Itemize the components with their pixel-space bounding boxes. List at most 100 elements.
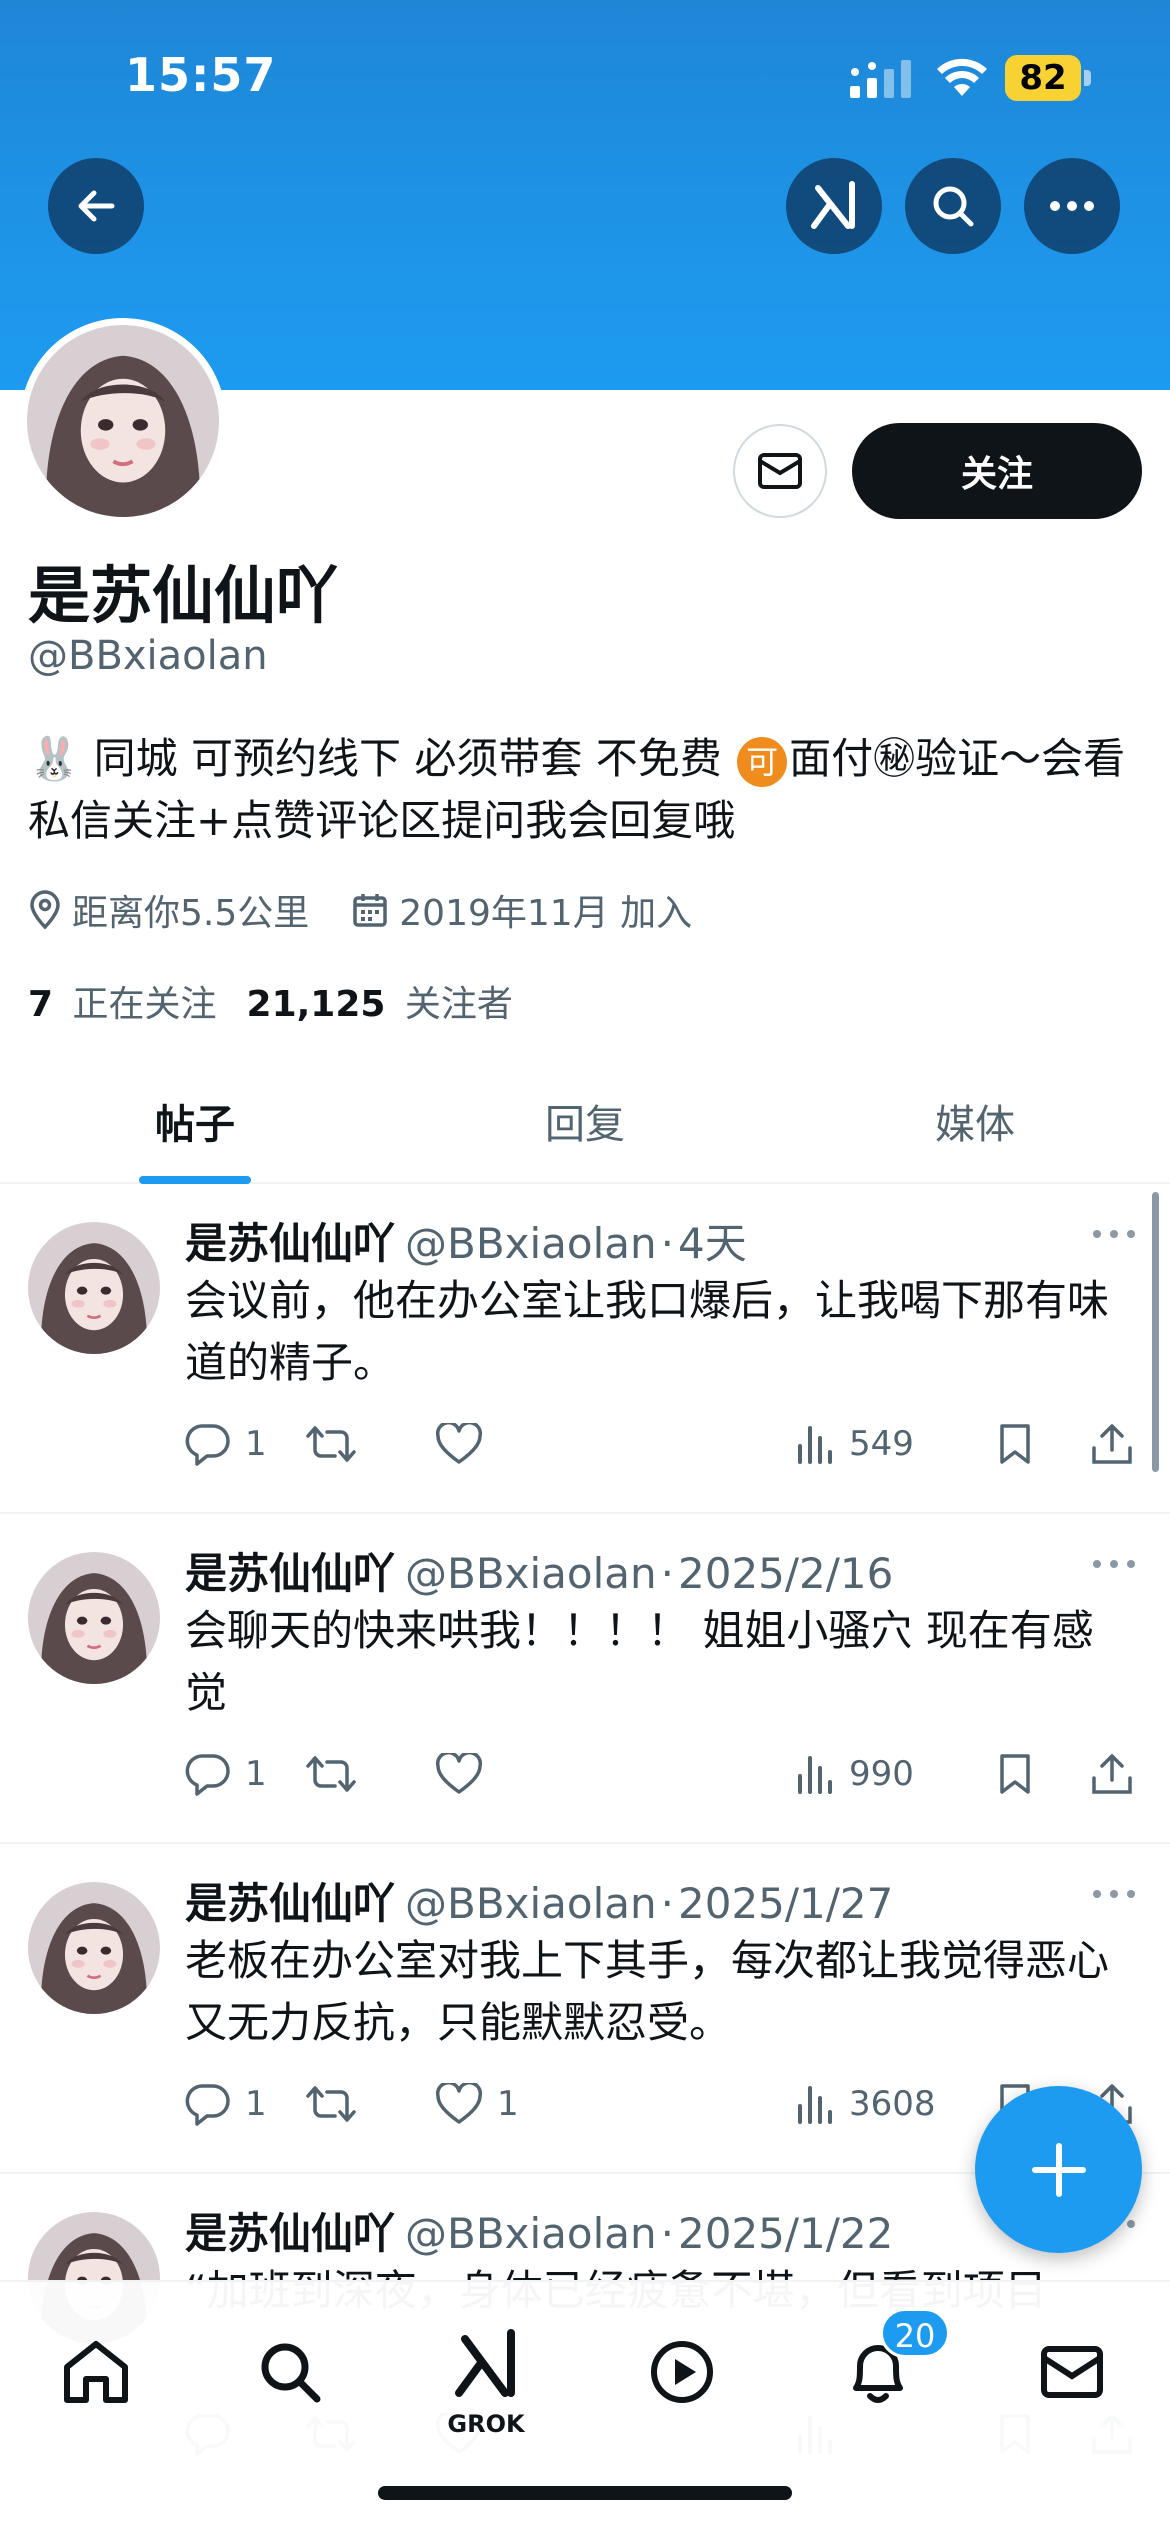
location-text: 距离你5.5公里 xyxy=(72,893,310,934)
tab-label: 回复 xyxy=(545,1102,625,1148)
post-more-button[interactable] xyxy=(1092,1554,1136,1573)
cellular-signal-icon xyxy=(850,60,911,98)
heart-icon xyxy=(435,1753,483,1794)
profile-avatar[interactable] xyxy=(20,318,226,524)
arrow-left-icon xyxy=(78,190,115,222)
views-button[interactable]: 990 xyxy=(795,1744,914,1804)
compose-post-button[interactable] xyxy=(975,2086,1142,2253)
tab-replies[interactable]: 回复 xyxy=(390,1060,780,1182)
repost-button[interactable] xyxy=(305,1414,371,1474)
display-name: 是苏仙仙吖 xyxy=(28,559,339,632)
play-circle-icon xyxy=(651,2341,713,2403)
bookmark-icon xyxy=(1000,1424,1030,1464)
user-handle: @BBxiaolan xyxy=(28,633,268,679)
follow-button[interactable]: 关注 xyxy=(852,423,1142,519)
reply-icon xyxy=(185,1424,230,1466)
post-timestamp: 2025/1/27 xyxy=(678,1879,894,1928)
tab-label: 帖子 xyxy=(155,1102,235,1148)
post-item[interactable]: 是苏仙仙吖 @BBxiaolan·2025/2/16 会聊天的快来哄我！！！！ 姐… xyxy=(0,1514,1170,1844)
following-link[interactable]: 7 正在关注 xyxy=(28,975,217,1027)
joined-item: 2019年11月 加入 xyxy=(351,884,692,936)
notification-badge: 20 xyxy=(880,2308,950,2358)
reply-button[interactable]: 1 xyxy=(185,2074,267,2134)
views-count: 990 xyxy=(849,1754,914,1794)
post-avatar[interactable] xyxy=(28,1552,160,1684)
scrollbar[interactable] xyxy=(1152,1192,1159,1472)
repost-button[interactable] xyxy=(305,1744,371,1804)
message-button[interactable] xyxy=(733,424,827,518)
post-more-button[interactable] xyxy=(1092,1884,1136,1903)
bookmark-button[interactable] xyxy=(997,1744,1033,1804)
profile-tabs: 帖子 回复 媒体 xyxy=(0,1060,1170,1184)
nav-grok[interactable]: GROK xyxy=(426,2304,546,2444)
like-button[interactable]: 1 xyxy=(435,2074,519,2134)
post-author-name[interactable]: 是苏仙仙吖 xyxy=(185,2209,395,2258)
reply-button[interactable]: 1 xyxy=(185,1414,267,1474)
status-time: 15:57 xyxy=(125,48,277,102)
reply-button[interactable]: 1 xyxy=(185,1744,267,1804)
post-more-button[interactable] xyxy=(1092,1224,1136,1243)
post-avatar-image xyxy=(28,1222,160,1354)
grok-button[interactable] xyxy=(786,158,882,254)
post-header: 是苏仙仙吖 @BBxiaolan·2025/1/22 xyxy=(185,2200,893,2261)
post-item[interactable]: 是苏仙仙吖 @BBxiaolan·4天 会议前，他在办公室让我口爆后，让我喝下那有… xyxy=(0,1184,1170,1514)
back-button[interactable] xyxy=(48,158,144,254)
more-horizontal-icon xyxy=(1050,201,1094,211)
post-separator: · xyxy=(660,1879,674,1928)
post-separator: · xyxy=(660,1219,674,1268)
reply-count: 1 xyxy=(245,1754,267,1794)
post-header: 是苏仙仙吖 @BBxiaolan·2025/2/16 xyxy=(185,1540,893,1601)
tab-posts[interactable]: 帖子 xyxy=(0,1060,390,1184)
post-author-handle: @BBxiaolan xyxy=(405,1219,657,1268)
repost-icon xyxy=(306,1756,356,1792)
wifi-icon xyxy=(937,58,987,96)
views-button[interactable]: 3608 xyxy=(795,2074,936,2134)
like-button[interactable] xyxy=(435,1414,497,1474)
nav-home[interactable] xyxy=(36,2312,156,2432)
post-author-name[interactable]: 是苏仙仙吖 xyxy=(185,1879,395,1928)
grok-icon xyxy=(455,2329,515,2397)
post-avatar[interactable] xyxy=(28,1222,160,1354)
post-text: 会聊天的快来哄我！！！！ 姐姐小骚穴 现在有感觉 xyxy=(185,1606,1094,1717)
followers-label: 关注者 xyxy=(404,984,513,1025)
nav-messages[interactable] xyxy=(1012,2312,1132,2432)
following-label: 正在关注 xyxy=(72,984,217,1025)
post-author-name[interactable]: 是苏仙仙吖 xyxy=(185,1219,395,1268)
share-button[interactable] xyxy=(1090,1414,1134,1474)
reply-count: 1 xyxy=(245,2084,267,2124)
location-pin-icon xyxy=(30,890,60,930)
followers-link[interactable]: 21,125 关注者 xyxy=(247,975,513,1027)
share-icon xyxy=(1092,1754,1132,1794)
reply-icon xyxy=(185,1754,230,1796)
views-count: 549 xyxy=(849,1424,914,1464)
views-button[interactable]: 549 xyxy=(795,1414,914,1474)
post-avatar[interactable] xyxy=(28,1882,160,2014)
views-icon xyxy=(798,1426,832,1464)
post-author-name[interactable]: 是苏仙仙吖 xyxy=(185,1549,395,1598)
more-horizontal-icon xyxy=(1093,1230,1135,1238)
views-icon xyxy=(798,1756,832,1794)
bookmark-button[interactable] xyxy=(997,1414,1033,1474)
post-author-handle: @BBxiaolan xyxy=(405,2209,657,2258)
more-options-button[interactable] xyxy=(1024,158,1120,254)
share-button[interactable] xyxy=(1090,1744,1134,1804)
envelope-icon xyxy=(1041,2346,1103,2398)
search-button[interactable] xyxy=(905,158,1001,254)
more-horizontal-icon xyxy=(1093,1560,1135,1568)
like-button[interactable] xyxy=(435,1744,497,1804)
nav-search[interactable] xyxy=(230,2312,350,2432)
post-author-handle: @BBxiaolan xyxy=(405,1549,657,1598)
nav-notifications[interactable]: 20 xyxy=(818,2308,950,2432)
home-indicator[interactable] xyxy=(378,2486,792,2500)
joined-text: 2019年11月 加入 xyxy=(399,893,693,934)
post-header: 是苏仙仙吖 @BBxiaolan·4天 xyxy=(185,1210,747,1271)
post-timestamp: 2025/1/22 xyxy=(678,2209,894,2258)
nav-video[interactable] xyxy=(622,2312,742,2432)
tab-media[interactable]: 媒体 xyxy=(780,1060,1170,1182)
views-icon xyxy=(798,2086,832,2124)
battery-level: 82 xyxy=(1005,55,1081,101)
followers-count: 21,125 xyxy=(246,984,386,1025)
repost-button[interactable] xyxy=(305,2074,371,2134)
repost-icon xyxy=(306,1426,356,1462)
plus-icon xyxy=(1031,2142,1086,2197)
